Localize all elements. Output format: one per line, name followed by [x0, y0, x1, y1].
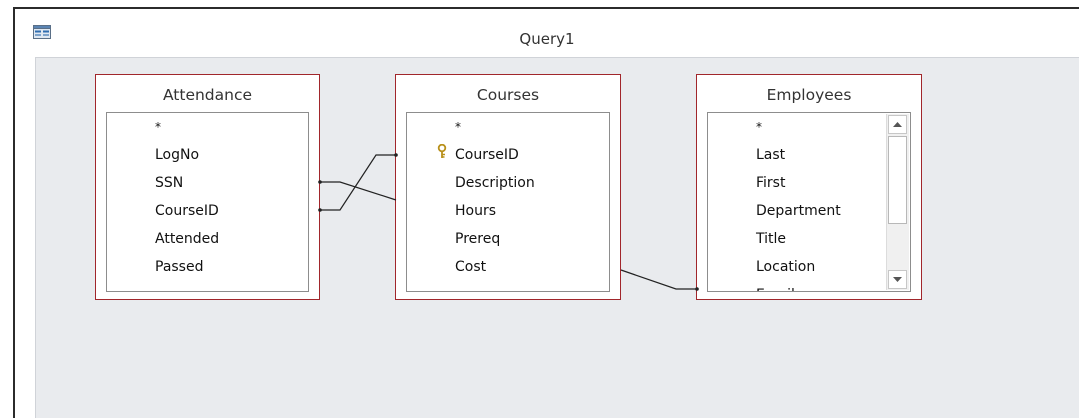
- table-title[interactable]: Courses: [396, 86, 620, 104]
- field-list[interactable]: * Last First Department Title Location E…: [707, 112, 911, 292]
- field-list[interactable]: * CourseID Description Hours Prereq Cost: [406, 112, 610, 292]
- field-hours[interactable]: Hours: [455, 203, 496, 219]
- field-first[interactable]: First: [756, 175, 785, 191]
- window-title: Query1: [519, 30, 575, 48]
- field-passed[interactable]: Passed: [155, 259, 203, 275]
- field-attended[interactable]: Attended: [155, 231, 219, 247]
- field-cost[interactable]: Cost: [455, 259, 486, 275]
- field-all[interactable]: *: [455, 120, 461, 134]
- field-last[interactable]: Last: [756, 147, 785, 163]
- chevron-down-icon: [893, 277, 902, 282]
- table-title[interactable]: Attendance: [96, 86, 319, 104]
- field-ssn[interactable]: SSN: [155, 175, 183, 191]
- scroll-down-button[interactable]: [888, 270, 907, 289]
- field-location[interactable]: Location: [756, 259, 815, 275]
- field-description[interactable]: Description: [455, 175, 535, 191]
- table-attendance[interactable]: Attendance * LogNo SSN CourseID Attended…: [95, 74, 320, 300]
- scroll-up-button[interactable]: [888, 115, 907, 134]
- table-title[interactable]: Employees: [697, 86, 921, 104]
- field-list-scrollbar[interactable]: [886, 114, 909, 290]
- table-employees[interactable]: Employees * Last First Department Title …: [696, 74, 922, 300]
- field-logno[interactable]: LogNo: [155, 147, 199, 163]
- field-courseid[interactable]: CourseID: [155, 203, 219, 219]
- primary-key-icon: [437, 144, 447, 158]
- field-all[interactable]: *: [756, 120, 762, 134]
- title-bar[interactable]: Query1: [15, 9, 1079, 56]
- table-courses[interactable]: Courses * CourseID Description Hours Pre…: [395, 74, 621, 300]
- scroll-thumb[interactable]: [888, 136, 907, 224]
- chevron-up-icon: [893, 122, 902, 127]
- field-title[interactable]: Title: [756, 231, 786, 247]
- field-courseid[interactable]: CourseID: [455, 147, 519, 163]
- field-prereq[interactable]: Prereq: [455, 231, 500, 247]
- field-partial: Email: [756, 287, 795, 291]
- field-list[interactable]: * LogNo SSN CourseID Attended Passed: [106, 112, 309, 292]
- field-department[interactable]: Department: [756, 203, 841, 219]
- field-all[interactable]: *: [155, 120, 161, 134]
